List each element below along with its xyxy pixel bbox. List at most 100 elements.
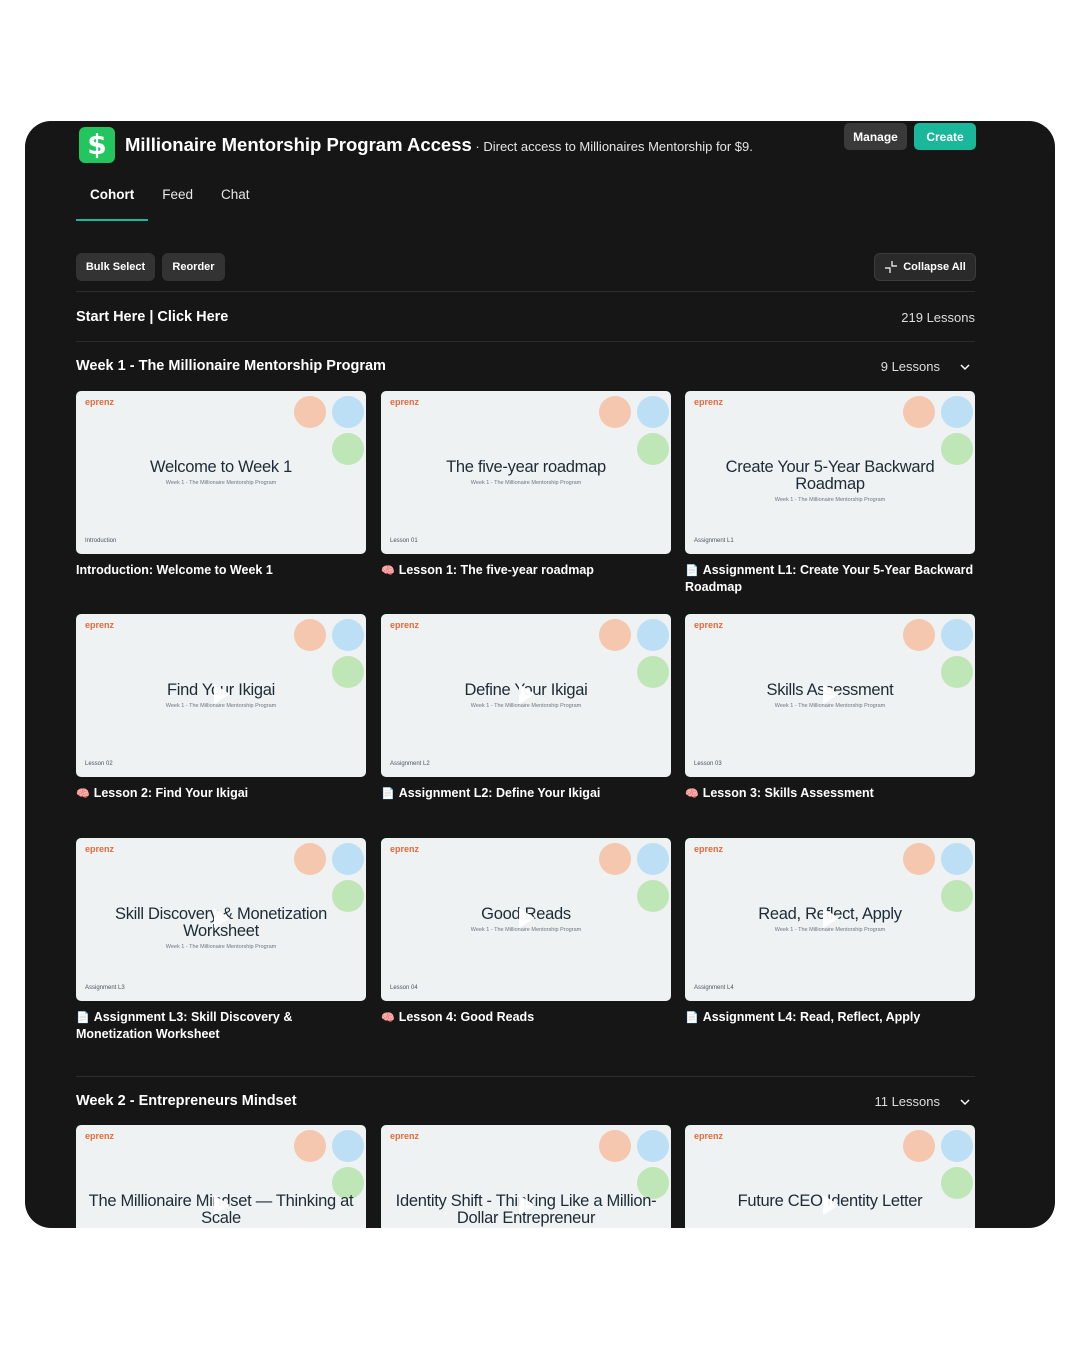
- thumbnail-tag: Assignment L4: [694, 985, 734, 991]
- decor-circle: [332, 843, 364, 875]
- decor-circle: [941, 619, 973, 651]
- play-icon[interactable]: [519, 684, 535, 704]
- lesson-title-text: Introduction: Welcome to Week 1: [76, 563, 273, 577]
- collapse-all-label: Collapse All: [903, 261, 966, 273]
- lesson-card[interactable]: eprenzFuture CEO Identity LetterWeek 2 -…: [685, 1125, 975, 1228]
- collapse-all-button[interactable]: Collapse All: [874, 253, 976, 281]
- lesson-thumbnail[interactable]: eprenz Good Reads Week 1 - The Millionaire…: [381, 838, 671, 1001]
- lesson-thumbnail[interactable]: eprenz Define Your Ikigai Week 1 - The Mil…: [381, 614, 671, 777]
- divider: [76, 291, 975, 292]
- page-subtitle: · Direct access to Millionaires Mentorsh…: [471, 139, 753, 154]
- lesson-thumbnail[interactable]: eprenz Read, Reflect, Apply Week 1 - The M…: [685, 838, 975, 1001]
- play-icon[interactable]: [214, 1195, 230, 1215]
- collapse-icon: [885, 261, 898, 273]
- lesson-card[interactable]: eprenz Welcome to Week 1 Week 1 - The Mill…: [76, 391, 366, 578]
- lesson-title-text: Lesson 1: The five-year roadmap: [398, 563, 594, 577]
- lesson-thumbnail[interactable]: eprenz Identity Shift - Thinking Like a M…: [381, 1125, 671, 1228]
- thumbnail-title: Create Your 5-Year Backward Roadmap: [725, 458, 935, 493]
- week-2-title[interactable]: Week 2 - Entrepreneurs Mindset: [76, 1093, 297, 1109]
- play-icon[interactable]: [823, 1195, 839, 1215]
- decor-circle: [599, 1130, 631, 1162]
- lesson-title-text: Lesson 2: Find Your Ikigai: [93, 786, 249, 800]
- lesson-card[interactable]: eprenz Create Your 5-Year Backward Roadma…: [685, 391, 975, 595]
- reorder-button[interactable]: Reorder: [162, 253, 225, 281]
- brand-logo: eprenz: [390, 397, 420, 407]
- lesson-title[interactable]: 🧠 Lesson 3: Skills Assessment: [685, 785, 975, 802]
- lesson-title[interactable]: 🧠 Lesson 4: Good Reads: [381, 1009, 671, 1026]
- create-button[interactable]: Create: [914, 123, 976, 150]
- start-here-count: 219 Lessons: [901, 310, 975, 325]
- decor-circle: [294, 1130, 326, 1162]
- lesson-title[interactable]: 📄 Assignment L2: Define Your Ikigai: [381, 785, 671, 802]
- decor-circle: [332, 1130, 364, 1162]
- brand-logo: eprenz: [694, 620, 724, 630]
- lesson-title-text: Assignment L4: Read, Reflect, Apply: [702, 1010, 921, 1024]
- lesson-card[interactable]: eprenz Good Reads Week 1 - The Millionaire…: [381, 838, 671, 1026]
- chevron-down-icon[interactable]: [960, 362, 970, 372]
- lesson-card[interactable]: eprenz Find Your Ikigai Week 1 - The Milli…: [76, 614, 366, 802]
- thumbnail-tag: Assignment L2: [390, 761, 430, 767]
- decor-circle: [294, 619, 326, 651]
- play-icon[interactable]: [214, 908, 230, 928]
- lesson-thumbnail[interactable]: eprenz Skill Discovery & Monetization Wor…: [76, 838, 366, 1001]
- lesson-title[interactable]: 📄 Assignment L4: Read, Reflect, Apply: [685, 1009, 975, 1026]
- lesson-title[interactable]: 📄 Assignment L3: Skill Discovery & Moneti…: [76, 1009, 366, 1042]
- tab-feed[interactable]: Feed: [148, 179, 207, 221]
- lesson-thumbnail[interactable]: eprenzFuture CEO Identity LetterWeek 2 -…: [685, 1125, 975, 1228]
- lesson-thumbnail[interactable]: eprenz Welcome to Week 1 Week 1 - The Mill…: [76, 391, 366, 554]
- lesson-thumbnail[interactable]: eprenz The Millionaire Mindset — Thinking…: [76, 1125, 366, 1228]
- lesson-card[interactable]: eprenz The Millionaire Mindset — Thinking…: [76, 1125, 366, 1228]
- lesson-card[interactable]: eprenz Skills Assessment Week 1 - The Mill…: [685, 614, 975, 802]
- thumbnail-tag: Lesson 01: [390, 538, 418, 544]
- start-here-link[interactable]: Start Here | Click Here: [76, 309, 228, 325]
- brand-logo: eprenz: [390, 1131, 420, 1141]
- week-1-count: 9 Lessons: [880, 359, 940, 374]
- decor-circle: [294, 843, 326, 875]
- tab-cohort[interactable]: Cohort: [76, 179, 149, 221]
- thumbnail-tag: Lesson 02: [85, 761, 113, 767]
- decor-circle: [903, 619, 935, 651]
- brand-logo: eprenz: [694, 1131, 724, 1141]
- bulk-select-button[interactable]: Bulk Select: [76, 253, 155, 281]
- tab-chat[interactable]: Chat: [207, 179, 264, 221]
- thumbnail-tag: Assignment L3: [85, 985, 125, 991]
- lesson-title-text: Lesson 3: Skills Assessment: [702, 786, 874, 800]
- play-icon[interactable]: [519, 1195, 535, 1215]
- lesson-title-text: Assignment L1: Create Your 5-Year Backwa…: [685, 563, 974, 594]
- brand-logo: eprenz: [85, 844, 115, 854]
- brain-icon: 🧠: [685, 788, 699, 800]
- decor-circle: [599, 843, 631, 875]
- lesson-thumbnail[interactable]: eprenz Skills Assessment Week 1 - The Mill…: [685, 614, 975, 777]
- lesson-title-text: Assignment L2: Define Your Ikigai: [398, 786, 601, 800]
- lesson-thumbnail[interactable]: eprenz Create Your 5-Year Backward Roadma…: [685, 391, 975, 554]
- brand-logo: eprenz: [694, 844, 724, 854]
- brand-logo: eprenz: [390, 844, 420, 854]
- lesson-card[interactable]: eprenz Define Your Ikigai Week 1 - The Mil…: [381, 614, 671, 802]
- manage-button[interactable]: Manage: [844, 123, 907, 150]
- play-icon[interactable]: [823, 908, 839, 928]
- thumbnail-tag: Lesson 04: [390, 985, 418, 991]
- tab-bar: Cohort Feed Chat: [76, 179, 264, 221]
- lesson-title[interactable]: 🧠 Lesson 1: The five-year roadmap: [381, 562, 671, 579]
- chevron-down-icon[interactable]: [960, 1097, 970, 1107]
- brand-logo: eprenz: [390, 620, 420, 630]
- lesson-title[interactable]: 📄 Assignment L1: Create Your 5-Year Backw…: [685, 562, 975, 595]
- play-icon[interactable]: [823, 684, 839, 704]
- lesson-card[interactable]: eprenz The five-year roadmap Week 1 - The …: [381, 391, 671, 579]
- lesson-title[interactable]: Introduction: Welcome to Week 1: [76, 562, 366, 578]
- lesson-thumbnail[interactable]: eprenz Find Your Ikigai Week 1 - The Milli…: [76, 614, 366, 777]
- play-icon[interactable]: [519, 908, 535, 928]
- lesson-card[interactable]: eprenz Skill Discovery & Monetization Wor…: [76, 838, 366, 1042]
- play-icon[interactable]: [214, 684, 230, 704]
- lesson-title[interactable]: 🧠 Lesson 2: Find Your Ikigai: [76, 785, 366, 802]
- lesson-title-text: Lesson 4: Good Reads: [398, 1010, 535, 1024]
- lesson-card[interactable]: eprenz Identity Shift - Thinking Like a M…: [381, 1125, 671, 1228]
- cash-app-logo-icon: $: [79, 127, 115, 163]
- thumbnail-title: The five-year roadmap: [446, 458, 606, 476]
- thumbnail-tag: Lesson 03: [694, 761, 722, 767]
- lesson-thumbnail[interactable]: eprenz The five-year roadmap Week 1 - The …: [381, 391, 671, 554]
- week-1-title[interactable]: Week 1 - The Millionaire Mentorship Prog…: [76, 358, 386, 374]
- thumbnail-subtitle: Week 1 - The Millionaire Mentorship Prog…: [774, 497, 886, 503]
- lesson-card[interactable]: eprenz Read, Reflect, Apply Week 1 - The M…: [685, 838, 975, 1026]
- brand-logo: eprenz: [85, 1131, 115, 1141]
